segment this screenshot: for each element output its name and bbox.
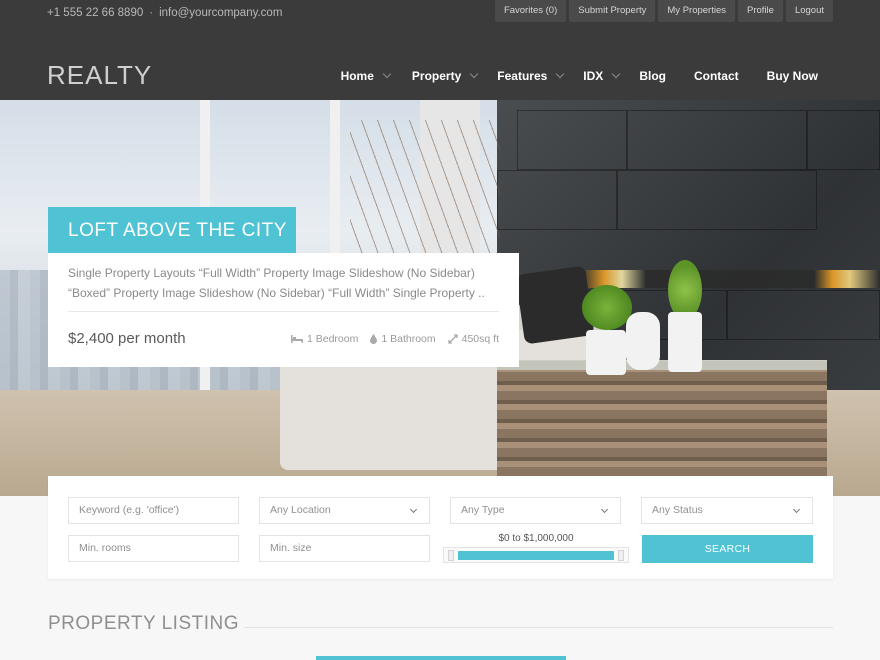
submit-property-link[interactable]: Submit Property xyxy=(569,0,656,22)
type-select[interactable]: Any Type xyxy=(450,497,621,524)
price-min-handle[interactable] xyxy=(448,550,454,561)
site-logo[interactable]: REALTY xyxy=(47,60,152,91)
type-select-value: Any Type xyxy=(461,504,505,516)
size-value: 450sq ft xyxy=(461,333,499,345)
site-header: +1 555 22 66 8890 · info@yourcompany.com F… xyxy=(0,0,880,100)
listing-card-accent xyxy=(316,656,566,660)
nav-contact[interactable]: Contact xyxy=(694,69,739,83)
nav-features-label: Features xyxy=(497,69,548,83)
nav-idx-label: IDX xyxy=(583,69,604,83)
featured-meta: 1 Bedroom 1 Bathroom 450sq ft xyxy=(290,333,499,345)
my-properties-link[interactable]: My Properties xyxy=(658,0,735,22)
nav-blog[interactable]: Blog xyxy=(639,69,666,83)
contact-separator: · xyxy=(149,7,154,19)
drop-icon xyxy=(370,334,378,344)
chevron-down-icon xyxy=(470,69,479,79)
card-divider xyxy=(68,311,499,312)
location-select[interactable]: Any Location xyxy=(259,497,430,524)
chevron-down-icon xyxy=(612,69,621,79)
status-select-value: Any Status xyxy=(652,504,703,516)
wall-tile xyxy=(517,110,627,170)
bathrooms-meta: 1 Bathroom xyxy=(370,333,436,345)
wall-tile xyxy=(727,290,880,340)
phone-number[interactable]: +1 555 22 66 8890 xyxy=(47,7,143,19)
chevron-down-icon xyxy=(409,505,418,514)
featured-property-card: Single Property Layouts “Full Width” Pro… xyxy=(48,253,519,367)
nav-property-label: Property xyxy=(411,69,462,83)
status-select[interactable]: Any Status xyxy=(641,497,813,524)
fireplace-flames xyxy=(580,270,880,288)
featured-title[interactable]: LOFT ABOVE THE CITY xyxy=(68,220,287,242)
chevron-down-icon xyxy=(556,69,565,79)
email-address[interactable]: info@yourcompany.com xyxy=(159,7,282,19)
keyword-input[interactable]: Keyword (e.g. 'office') xyxy=(68,497,239,524)
wall-tile xyxy=(807,110,880,170)
price-range-slider[interactable] xyxy=(443,547,629,563)
chevron-down-icon xyxy=(600,505,609,514)
wall-tile xyxy=(627,110,807,170)
plant xyxy=(582,285,632,330)
price-range-fill xyxy=(458,551,614,560)
coffee-table xyxy=(497,360,827,476)
bedrooms-value: 1 Bedroom xyxy=(306,333,359,345)
plant-pot xyxy=(586,330,626,375)
bed-icon xyxy=(290,335,303,343)
logout-link[interactable]: Logout xyxy=(785,0,833,22)
chevron-down-icon xyxy=(792,505,801,514)
main-nav: Home Property Features IDX Blog Contact … xyxy=(341,69,818,83)
min-size-input[interactable]: Min. size xyxy=(259,535,430,562)
resize-arrows-icon xyxy=(447,334,458,344)
plant xyxy=(668,260,702,320)
bedrooms-meta: 1 Bedroom xyxy=(290,333,359,345)
nav-features[interactable]: Features xyxy=(497,69,565,83)
nav-home-label: Home xyxy=(340,69,374,83)
wall-tile xyxy=(617,170,817,230)
size-meta: 450sq ft xyxy=(447,333,499,345)
wall-tile xyxy=(497,170,617,230)
nav-buy-now[interactable]: Buy Now xyxy=(767,69,818,83)
nav-idx[interactable]: IDX xyxy=(583,69,621,83)
property-search-form: Keyword (e.g. 'office') Any Location Any… xyxy=(48,476,833,579)
bathrooms-value: 1 Bathroom xyxy=(381,333,436,345)
vase xyxy=(626,312,660,370)
nav-property[interactable]: Property xyxy=(411,69,479,83)
price-max-handle[interactable] xyxy=(618,550,624,561)
topbar-contact: +1 555 22 66 8890 · info@yourcompany.com xyxy=(47,7,282,19)
price-range-label: $0 to $1,000,000 xyxy=(498,533,574,544)
featured-price: $2,400 per month xyxy=(68,330,186,347)
favorites-link[interactable]: Favorites (0) xyxy=(494,0,567,22)
search-button[interactable]: SEARCH xyxy=(642,535,813,563)
section-title: PROPERTY LISTING xyxy=(48,613,240,634)
nav-home[interactable]: Home xyxy=(340,69,392,83)
profile-link[interactable]: Profile xyxy=(738,0,783,22)
chevron-down-icon xyxy=(382,69,392,79)
section-rule xyxy=(244,627,833,628)
min-rooms-input[interactable]: Min. rooms xyxy=(68,535,239,562)
featured-title-banner[interactable]: LOFT ABOVE THE CITY xyxy=(48,207,296,253)
account-links: Favorites (0) Submit Property My Propert… xyxy=(494,0,833,22)
location-select-value: Any Location xyxy=(270,504,331,516)
plant-pot xyxy=(668,312,702,372)
featured-description: Single Property Layouts “Full Width” Pro… xyxy=(68,266,485,300)
